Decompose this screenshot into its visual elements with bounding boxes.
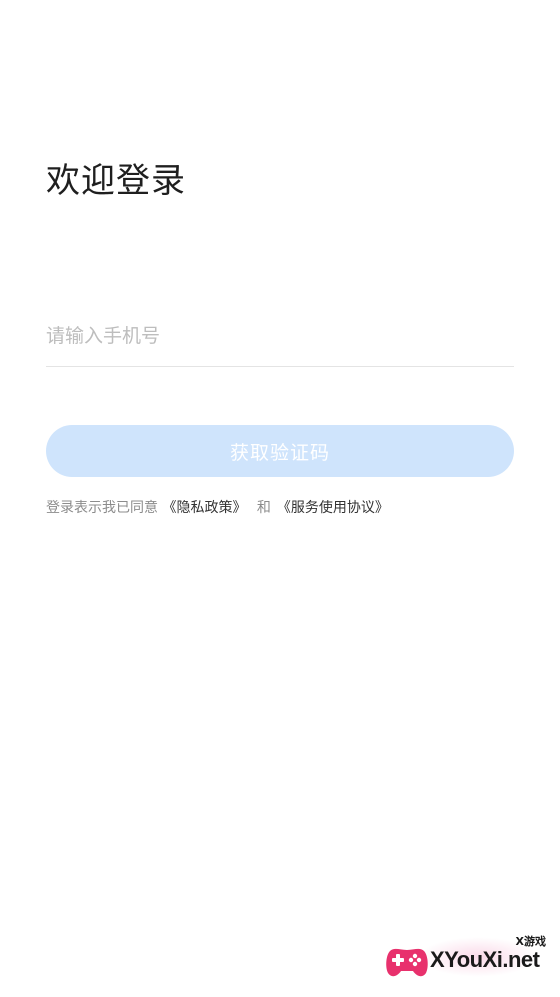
phone-field <box>46 310 514 367</box>
get-code-button[interactable]: 获取验证码 <box>46 425 514 477</box>
gamepad-icon <box>386 948 428 977</box>
gamepad-button-b <box>416 957 422 963</box>
watermark-title: XYouXi.net <box>430 947 540 972</box>
terms-of-service-link[interactable]: 《服务使用协议》 <box>277 500 389 516</box>
gamepad-button-d <box>408 957 414 963</box>
privacy-policy-link[interactable]: 《隐私政策》 <box>162 500 246 516</box>
gamepad-button-c <box>412 961 418 967</box>
agreement-prefix: 登录表示我已同意 <box>46 500 158 516</box>
agreement-conjunction: 和 <box>256 500 271 516</box>
watermark: X游戏 XYouXi.net <box>384 933 554 989</box>
gamepad-button-a <box>412 953 418 959</box>
page-title: 欢迎登录 <box>46 161 186 201</box>
agreement-text: 登录表示我已同意 《隐私政策》 和《服务使用协议》 <box>46 498 389 518</box>
gamepad-dpad-v <box>396 954 400 966</box>
phone-input[interactable] <box>46 312 514 360</box>
gamepad-body <box>386 948 428 977</box>
